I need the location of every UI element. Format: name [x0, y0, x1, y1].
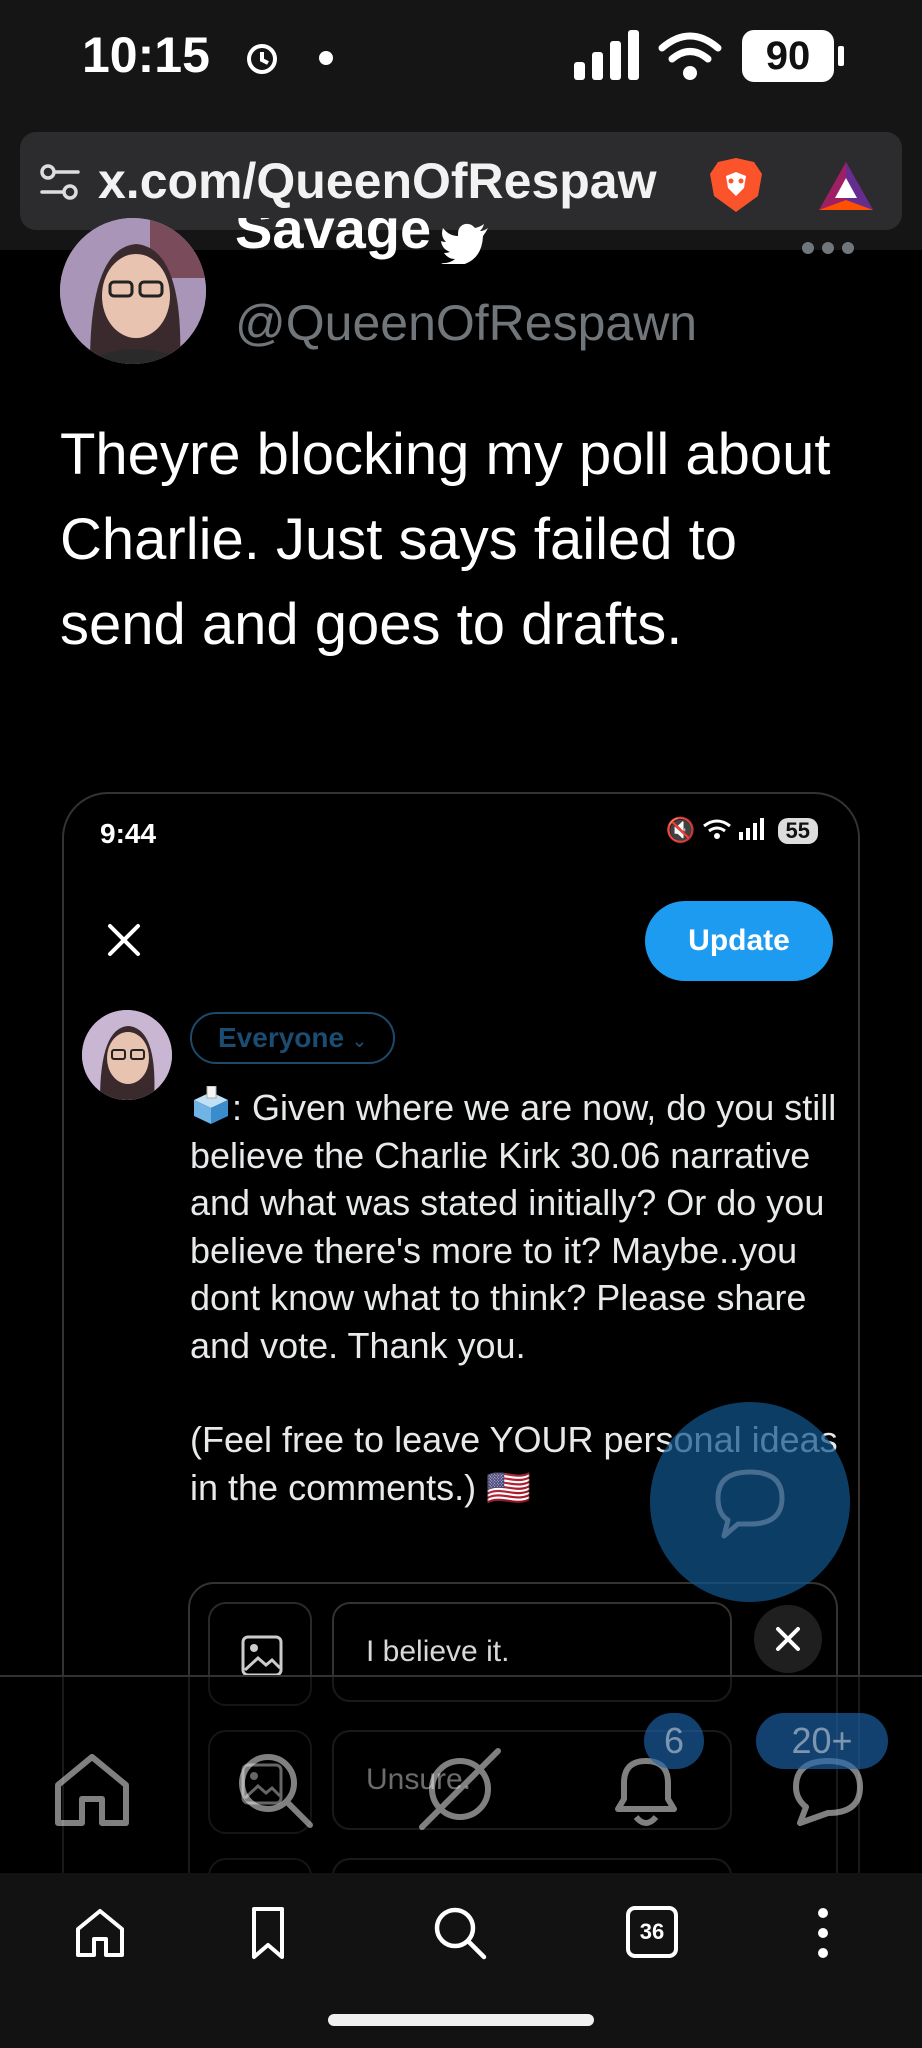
- sync-icon: [247, 44, 277, 74]
- bookmark-icon[interactable]: [238, 1903, 298, 1963]
- grok-nav-icon[interactable]: [418, 1747, 502, 1831]
- reply-bubble-icon: [715, 1469, 785, 1539]
- home-nav-icon[interactable]: [50, 1747, 134, 1831]
- status-time: 10:15: [82, 27, 210, 83]
- site-settings-icon[interactable]: [38, 160, 82, 204]
- search-icon[interactable]: [430, 1903, 490, 1963]
- embedded-signal-icon: [738, 818, 764, 840]
- remove-poll-button: [754, 1605, 822, 1673]
- browser-toolbar: 36: [0, 1873, 922, 2048]
- close-icon: [776, 1627, 800, 1651]
- compose-reply-button[interactable]: [650, 1402, 850, 1602]
- tab-switcher-button[interactable]: 36: [626, 1906, 678, 1958]
- ballot-box-icon: [194, 1086, 228, 1124]
- messages-badge: 20+: [756, 1713, 888, 1769]
- embedded-status-icons: 🔇 55: [666, 816, 818, 845]
- browser-home-icon[interactable]: [70, 1903, 130, 1963]
- embedded-status-time: 9:44: [100, 818, 157, 849]
- notifications-badge: 6: [644, 1713, 704, 1769]
- signal-icon: [574, 30, 639, 80]
- author-display-name[interactable]: Savage: [235, 218, 535, 278]
- tweet-text: Theyre blocking my poll about Charlie. J…: [60, 422, 831, 657]
- x-bottom-nav: 6 20+: [0, 1675, 922, 1875]
- us-flag-icon: 🇺🇸: [486, 1466, 531, 1508]
- home-indicator[interactable]: [328, 2014, 594, 2026]
- embedded-battery: 55: [777, 818, 818, 844]
- wifi-icon: [658, 32, 722, 80]
- embedded-avatar: [82, 1010, 172, 1100]
- brave-shields-icon[interactable]: [708, 156, 764, 214]
- close-icon: [108, 924, 140, 956]
- embedded-wifi-icon: [703, 819, 732, 839]
- chevron-down-icon: ⌄: [351, 1031, 367, 1051]
- more-options-icon[interactable]: [800, 242, 856, 260]
- notification-dot-icon: [319, 51, 333, 65]
- search-nav-icon[interactable]: [232, 1747, 316, 1831]
- battery-indicator: 90: [742, 30, 844, 82]
- address-bar[interactable]: x.com/QueenOfRespaw: [20, 132, 902, 230]
- brave-rewards-icon[interactable]: [817, 160, 875, 212]
- url-text[interactable]: x.com/QueenOfRespaw: [98, 152, 698, 210]
- browser-menu-icon[interactable]: [793, 1903, 853, 1963]
- mute-icon: 🔇: [665, 817, 696, 844]
- status-bar: 10:15 90: [0, 0, 922, 115]
- audience-selector: Everyone ⌄: [190, 1012, 395, 1064]
- bird-badge-icon: [441, 223, 488, 264]
- author-avatar[interactable]: [60, 218, 206, 364]
- author-handle[interactable]: @QueenOfRespawn: [235, 294, 697, 352]
- update-button: Update: [645, 901, 833, 981]
